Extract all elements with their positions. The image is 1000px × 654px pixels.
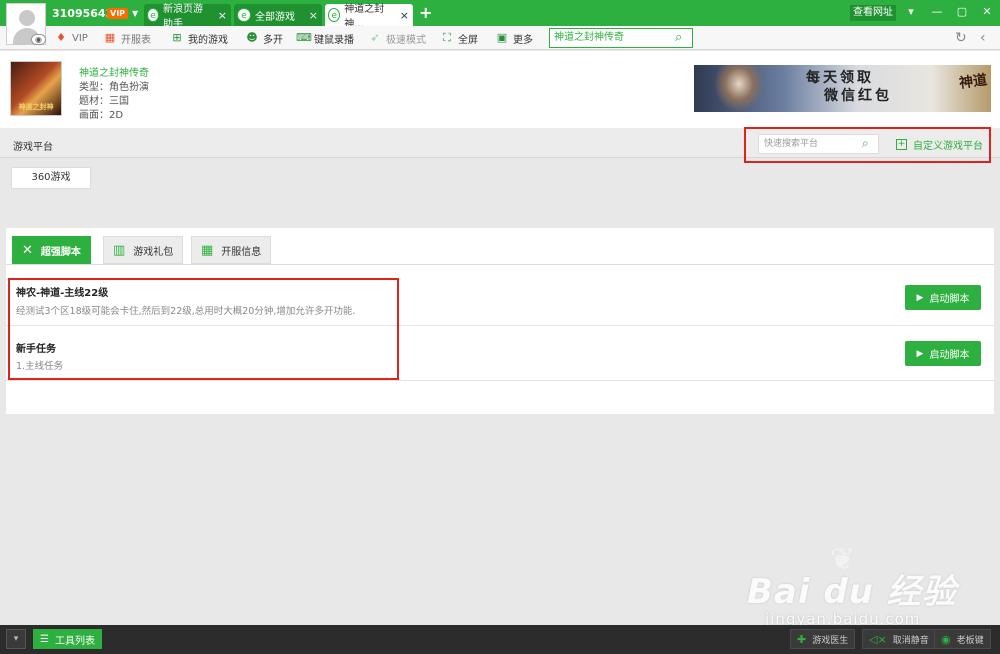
calendar-icon: ▦ <box>104 31 116 44</box>
toolbar-key-record[interactable]: ⌨ 键鼠录播 <box>296 30 354 46</box>
view-url-button[interactable]: 查看网址 <box>850 5 896 21</box>
game-doctor-button[interactable]: ✚ 游戏医生 <box>790 629 856 649</box>
toolbar-fullscreen[interactable]: ⛶ 全屏 <box>440 30 478 46</box>
add-tab-button[interactable]: + <box>419 4 432 22</box>
banner-logo: 神道 <box>958 72 989 92</box>
speaker-mute-icon: ◁× <box>869 632 887 646</box>
browser-icon: e <box>147 8 159 22</box>
diamond-icon: ♦ <box>56 31 66 44</box>
grid-icon: ▣ <box>496 31 508 44</box>
close-icon[interactable]: × <box>304 9 318 22</box>
menu-dropdown-icon[interactable]: ▾ <box>902 5 920 18</box>
toolbar-server-list[interactable]: ▦ 开服表 <box>103 30 151 46</box>
close-icon[interactable]: × <box>395 9 409 22</box>
keyboard-icon: ⌨ <box>296 31 312 44</box>
rocket-icon: ➶ <box>370 31 380 44</box>
platform-item-360[interactable]: 360游戏 <box>11 167 91 189</box>
tools-icon: ✕ <box>22 242 33 258</box>
tab-all-games[interactable]: e 全部游戏 × <box>234 4 322 26</box>
browser-icon: e <box>237 8 251 22</box>
platform-title: 游戏平台 <box>13 142 53 153</box>
play-icon: ▶ <box>916 292 924 303</box>
eye-icon: ◉ <box>941 632 951 646</box>
toolbar-speed-mode[interactable]: ➶ 极速模式 <box>368 30 426 46</box>
list-icon: ☰ <box>40 633 49 645</box>
calendar-icon: ▦ <box>201 242 214 258</box>
tab-label: 全部游戏 <box>255 11 295 23</box>
close-window-icon[interactable]: ✕ <box>978 5 996 18</box>
minimize-icon[interactable]: — <box>928 5 946 18</box>
vip-badge: VIP <box>107 8 129 19</box>
game-thumbnail[interactable]: 神道之封神 <box>10 61 62 116</box>
game-theme: 题材：三国 <box>79 96 129 107</box>
close-icon[interactable]: × <box>213 9 227 22</box>
promo-banner[interactable]: 每天领取 微信红包 神道 <box>694 65 991 112</box>
eye-icon[interactable]: ◉ <box>31 34 46 45</box>
tool-list-button[interactable]: ☰ 工具列表 <box>33 629 102 649</box>
baidu-watermark: ❦ Bai du 经验 jingyan.baidu.com <box>747 542 957 628</box>
game-search-input[interactable]: 神道之封神传奇 <box>549 28 693 48</box>
play-icon: ▶ <box>916 348 924 359</box>
back-icon[interactable]: ‹ <box>980 30 986 46</box>
toolbar: ♦ VIP ▦ 开服表 ⊞ 我的游戏 ☻ 多开 ⌨ 键鼠录播 ➶ 极速模式 ⛶ 全屏 ▣ 更多 <box>0 26 1000 50</box>
maximize-icon[interactable]: ▢ <box>953 5 971 18</box>
highlight-box <box>8 278 399 380</box>
boss-key-button[interactable]: ◉ 老板键 <box>934 629 991 649</box>
tab-gift-pack[interactable]: ▥ 游戏礼包 <box>103 236 184 264</box>
start-script-button[interactable]: ▶ 启动脚本 <box>905 341 981 366</box>
users-icon: ☻ <box>246 31 258 44</box>
tab-sina-assistant[interactable]: e 新浪页游助手 × <box>144 4 231 30</box>
tab-server-info[interactable]: ▦ 开服信息 <box>191 236 272 264</box>
search-icon[interactable]: ⌕ <box>675 30 682 45</box>
browser-icon: e <box>328 8 341 22</box>
tab-super-script[interactable]: ✕ 超强脚本 <box>12 236 91 264</box>
toolbar-more[interactable]: ▣ 更多 <box>495 30 533 46</box>
start-script-button[interactable]: ▶ 启动脚本 <box>905 285 981 310</box>
toolbar-vip[interactable]: ♦ VIP <box>54 30 88 46</box>
game-graphics: 画面：2D <box>79 110 124 121</box>
gamepad-icon: ⊞ <box>172 31 182 44</box>
refresh-icon[interactable]: ↻ <box>955 30 967 46</box>
toolbar-multi-open[interactable]: ☻ 多开 <box>245 30 283 46</box>
game-type: 类型：角色扮演 <box>79 82 149 93</box>
game-title[interactable]: 神道之封神传奇 <box>79 64 149 79</box>
toolbar-my-games[interactable]: ⊞ 我的游戏 <box>170 30 228 46</box>
chevron-down-icon[interactable]: ▼ <box>132 9 138 18</box>
collapse-icon[interactable]: ▾ <box>6 629 26 649</box>
medkit-icon: ✚ <box>797 632 807 646</box>
avatar[interactable]: ◉ <box>6 3 46 45</box>
gift-icon: ▥ <box>113 242 126 258</box>
highlight-box <box>744 127 991 163</box>
unmute-button[interactable]: ◁× 取消静音 <box>862 629 936 649</box>
fullscreen-icon: ⛶ <box>443 31 451 44</box>
tab-current-game[interactable]: e 神道之封神... × <box>325 4 413 30</box>
